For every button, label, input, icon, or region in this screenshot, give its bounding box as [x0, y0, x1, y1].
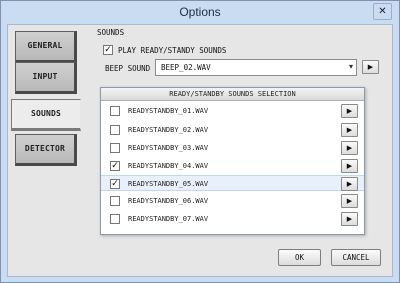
- check-icon: ✓: [111, 161, 119, 171]
- window-title: Options: [179, 5, 221, 19]
- tab-general[interactable]: GENERAL: [15, 31, 77, 63]
- play-icon: ▶: [346, 107, 353, 115]
- check-icon: ✓: [111, 179, 119, 189]
- options-window: Options ✕ GENERAL INPUT SOUNDS DETECTOR …: [0, 0, 400, 283]
- list-header: READY/STANDBY SOUNDS SELECTION: [101, 88, 364, 101]
- row-play-button[interactable]: ▶: [341, 177, 358, 191]
- tab-detector[interactable]: DETECTOR: [15, 134, 77, 166]
- close-button[interactable]: ✕: [373, 3, 392, 20]
- list-item-selected[interactable]: ✓ READYSTANDBY_05.WAV ▶: [101, 175, 364, 191]
- row-play-button[interactable]: ▶: [341, 104, 358, 118]
- row-play-button[interactable]: ▶: [341, 194, 358, 208]
- row-play-button[interactable]: ▶: [341, 141, 358, 155]
- play-icon: ▶: [346, 162, 353, 170]
- list-item[interactable]: READYSTANDBY_07.WAV ▶: [101, 211, 364, 227]
- play-icon: ▶: [346, 180, 353, 188]
- beep-sound-label: BEEP SOUND: [105, 64, 151, 73]
- row-checkbox[interactable]: ✓: [110, 161, 120, 171]
- row-play-button[interactable]: ▶: [341, 159, 358, 173]
- row-checkbox[interactable]: [110, 106, 120, 116]
- row-checkbox[interactable]: [110, 196, 120, 206]
- sounds-list: READY/STANDBY SOUNDS SELECTION READYSTAN…: [100, 87, 365, 235]
- beep-play-button[interactable]: ▶: [362, 60, 379, 74]
- file-name: READYSTANDBY_01.WAV: [128, 107, 209, 115]
- file-name: READYSTANDBY_03.WAV: [128, 144, 209, 152]
- play-icon: ▶: [346, 197, 353, 205]
- list-item[interactable]: READYSTANDBY_01.WAV ▶: [101, 103, 364, 119]
- play-icon: ▶: [346, 215, 353, 223]
- file-name: READYSTANDBY_06.WAV: [128, 197, 209, 205]
- list-item[interactable]: ✓ READYSTANDBY_04.WAV ▶: [101, 158, 364, 174]
- row-play-button[interactable]: ▶: [341, 123, 358, 137]
- file-name: READYSTANDBY_05.WAV: [128, 180, 209, 188]
- play-icon: ▶: [367, 63, 374, 71]
- file-name: READYSTANDBY_07.WAV: [128, 215, 209, 223]
- tab-sounds[interactable]: SOUNDS: [11, 99, 81, 131]
- row-checkbox[interactable]: [110, 125, 120, 135]
- play-ready-checkbox[interactable]: ✓: [103, 45, 113, 55]
- tab-input[interactable]: INPUT: [15, 62, 77, 94]
- title-bar[interactable]: Options ✕: [1, 1, 399, 24]
- play-icon: ▶: [346, 144, 353, 152]
- close-icon: ✕: [378, 6, 387, 17]
- list-item[interactable]: READYSTANDBY_02.WAV ▶: [101, 122, 364, 138]
- row-play-button[interactable]: ▶: [341, 212, 358, 226]
- file-name: READYSTANDBY_04.WAV: [128, 162, 209, 170]
- row-checkbox[interactable]: ✓: [110, 179, 120, 189]
- beep-sound-value: BEEP_02.WAV: [161, 63, 211, 72]
- check-icon: ✓: [104, 45, 112, 55]
- play-icon: ▶: [346, 126, 353, 134]
- ok-button[interactable]: OK: [278, 249, 321, 266]
- row-checkbox[interactable]: [110, 143, 120, 153]
- file-name: READYSTANDBY_02.WAV: [128, 126, 209, 134]
- list-item[interactable]: READYSTANDBY_06.WAV ▶: [101, 193, 364, 209]
- row-checkbox[interactable]: [110, 214, 120, 224]
- section-title: SOUNDS: [97, 28, 125, 37]
- beep-sound-select[interactable]: BEEP_02.WAV ▾: [155, 59, 357, 76]
- cancel-button[interactable]: CANCEL: [331, 249, 381, 266]
- list-item[interactable]: READYSTANDBY_03.WAV ▶: [101, 140, 364, 156]
- chevron-down-icon: ▾: [348, 62, 353, 71]
- play-ready-label: PLAY READY/STANDY SOUNDS: [118, 46, 227, 55]
